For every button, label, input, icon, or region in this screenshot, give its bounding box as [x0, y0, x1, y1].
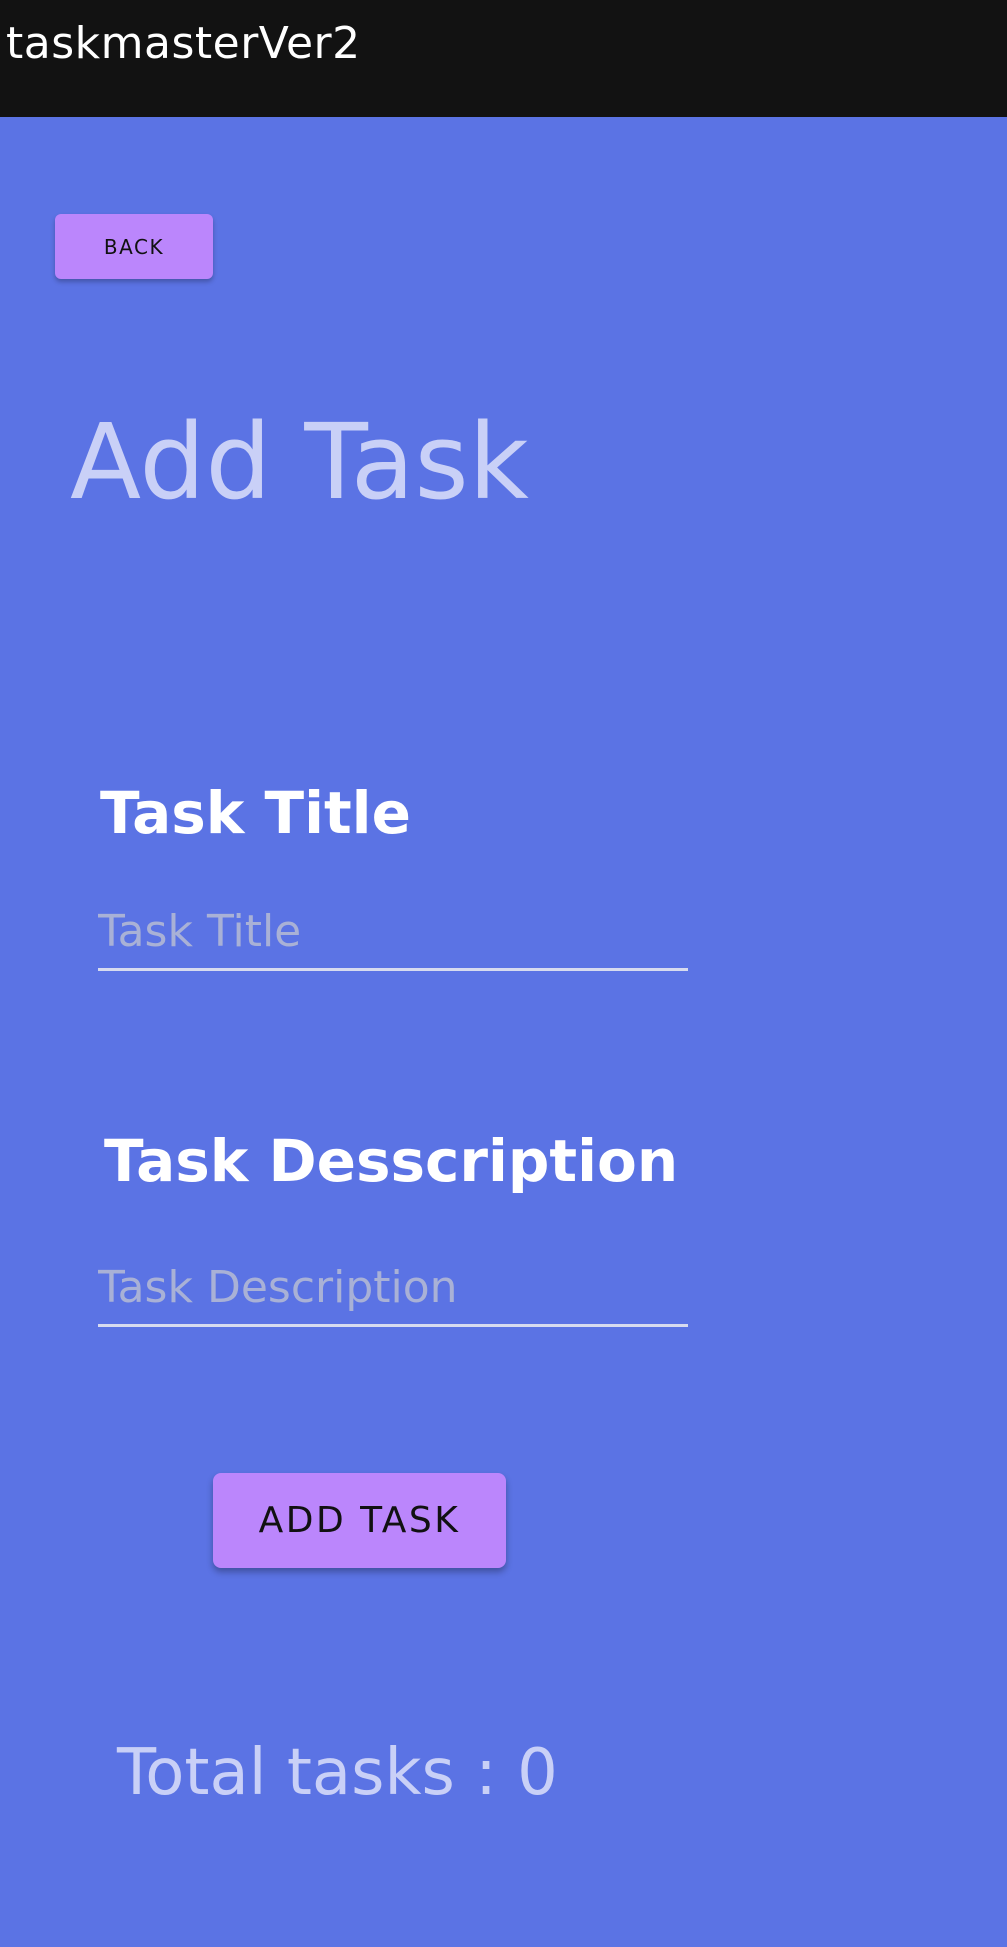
task-title-input[interactable] [98, 901, 688, 971]
page-title: Add Task [70, 401, 529, 523]
main-content [0, 117, 1007, 1947]
app-title: taskmasterVer2 [6, 18, 361, 69]
back-button[interactable]: BACK [55, 214, 213, 279]
add-task-button[interactable]: ADD TASK [213, 1473, 506, 1568]
task-title-label: Task Title [100, 779, 411, 847]
task-description-label: Task Desscription [104, 1127, 679, 1195]
task-description-input[interactable] [98, 1257, 688, 1327]
total-tasks-count: Total tasks : 0 [117, 1736, 558, 1810]
app-bar: taskmasterVer2 [0, 0, 1007, 117]
